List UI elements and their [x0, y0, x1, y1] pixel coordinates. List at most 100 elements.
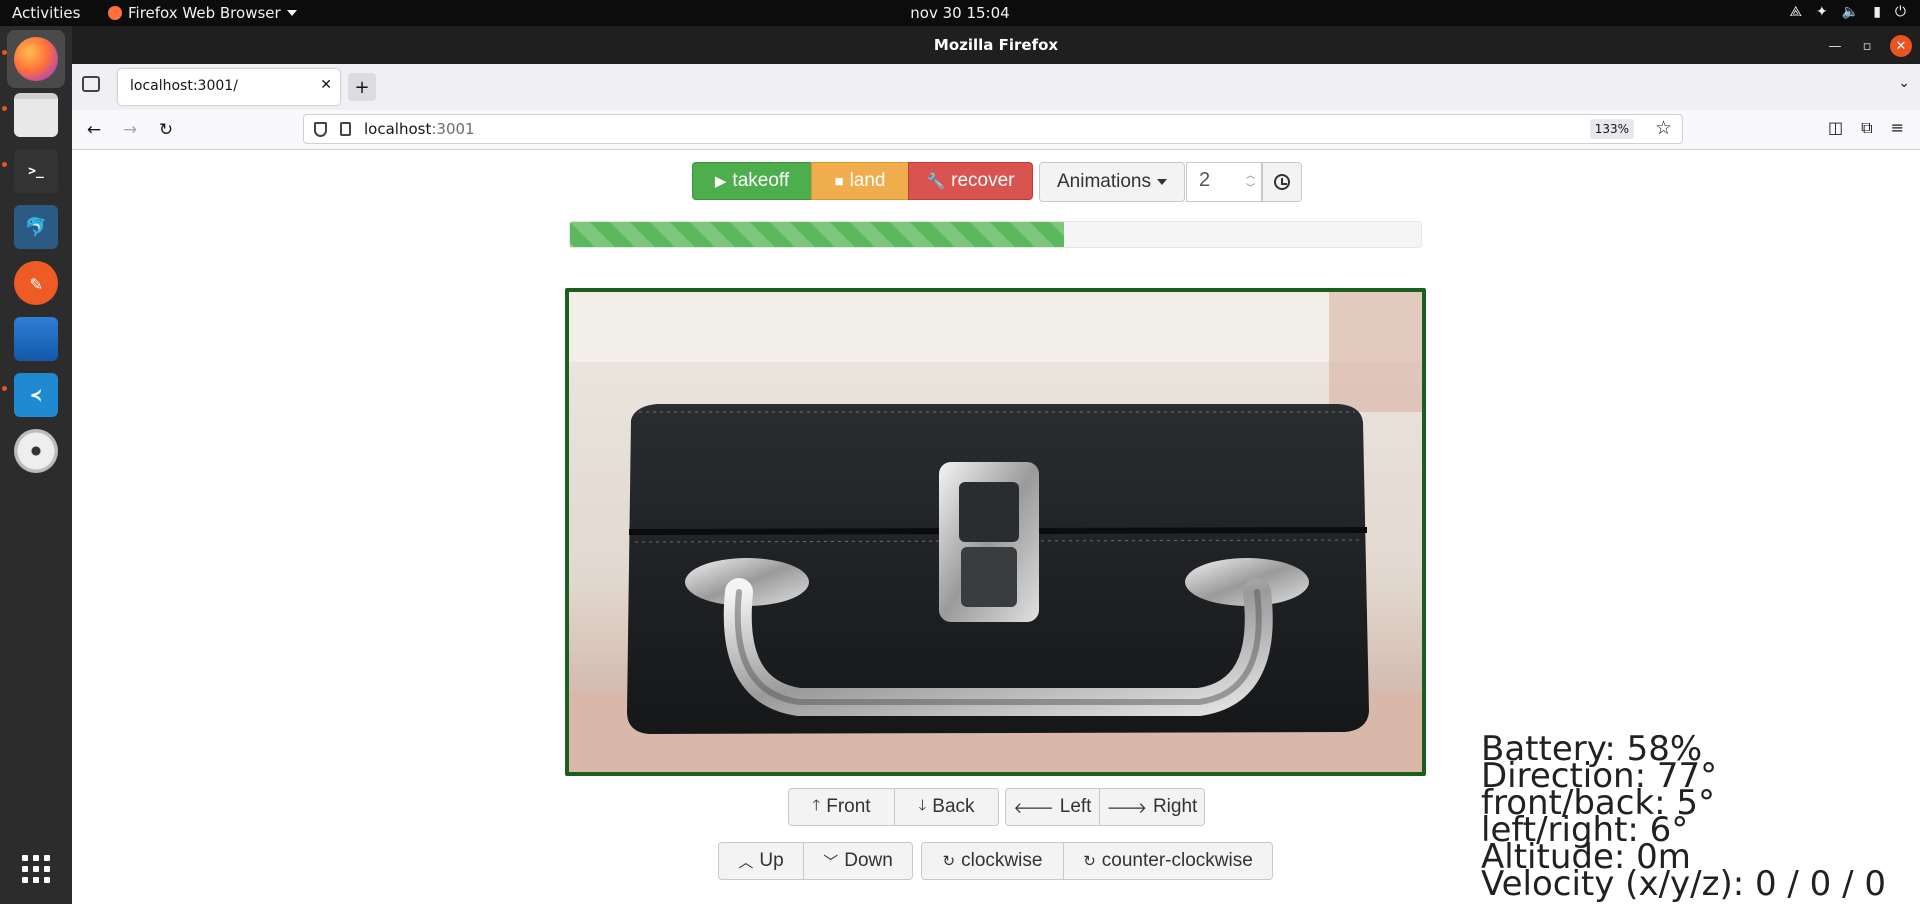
volume-icon: 🔈 — [1841, 4, 1860, 20]
animations-dropdown[interactable]: Animations — [1039, 162, 1185, 202]
bookmark-star-icon[interactable]: ☆ — [1655, 117, 1672, 139]
minimize-button[interactable]: — — [1824, 35, 1846, 57]
firefox-view-icon[interactable] — [82, 76, 100, 92]
up-button[interactable]: ︿ Up — [718, 842, 804, 880]
reload-button[interactable]: ↻ — [154, 118, 178, 142]
power-icon: ⏻ — [1894, 4, 1906, 20]
firefox-small-icon — [108, 6, 122, 20]
clockwise-label: clockwise — [961, 850, 1043, 871]
dock-terminal[interactable]: >_ — [7, 142, 65, 200]
disc-icon — [14, 429, 58, 473]
maximize-button[interactable]: ▫ — [1856, 35, 1878, 57]
tab-localhost[interactable]: localhost:3001/ ✕ — [118, 69, 340, 105]
vscode-icon: ≺ — [14, 373, 58, 417]
system-tray[interactable]: ⟁ ✦ 🔈 ▮ ⏻ — [1790, 4, 1906, 20]
new-tab-button[interactable]: + — [348, 73, 376, 101]
accessibility-icon: ✦ — [1816, 4, 1828, 20]
clock-icon — [1274, 174, 1290, 190]
app-menu[interactable]: Firefox Web Browser — [108, 4, 297, 22]
right-button[interactable]: 🡒 Right — [1099, 788, 1205, 826]
close-tab-icon[interactable]: ✕ — [320, 77, 332, 93]
dock-wireshark[interactable] — [7, 310, 65, 368]
extensions-icon[interactable]: ⧉ — [1861, 118, 1872, 138]
files-icon — [14, 93, 58, 137]
tab-strip: localhost:3001/ ✕ + ⌄ — [72, 64, 1920, 110]
counter-clockwise-button[interactable]: ↻ counter-clockwise — [1063, 842, 1273, 880]
postman-icon: ✎ — [14, 261, 58, 305]
pocket-icon[interactable]: ◫ — [1828, 118, 1843, 138]
arrow-up-icon: 🡑 — [812, 796, 821, 814]
clockwise-button[interactable]: ↻ clockwise — [921, 842, 1064, 880]
forward-nav-button[interactable]: → — [118, 118, 142, 142]
window-titlebar[interactable]: Mozilla Firefox — ▫ ✕ — [72, 26, 1920, 64]
dock-postman[interactable]: ✎ — [7, 254, 65, 312]
back-button[interactable]: 🡓 Back — [894, 788, 999, 826]
recover-button[interactable]: 🔧 recover — [908, 162, 1033, 200]
page-content: ▶ takeoff ■ land 🔧 recover Animations 2 … — [72, 150, 1920, 904]
terminal-icon: >_ — [14, 149, 58, 193]
dock-mysql-workbench[interactable]: 🐬 — [7, 198, 65, 256]
spinner-arrows[interactable]: ︿ ﹀ — [1246, 169, 1255, 195]
activities-button[interactable]: Activities — [12, 4, 80, 22]
land-button[interactable]: ■ land — [811, 162, 909, 200]
hamburger-menu-icon[interactable]: ≡ — [1891, 118, 1904, 138]
dock-files[interactable] — [7, 86, 65, 144]
refresh-icon: ↻ — [942, 853, 956, 870]
land-label: land — [849, 170, 886, 191]
chevron-down-icon: ﹀ — [823, 853, 839, 871]
firefox-window: Mozilla Firefox — ▫ ✕ localhost:3001/ ✕ … — [72, 26, 1920, 904]
chevron-up-icon: ︿ — [738, 853, 754, 871]
drone-video-feed — [565, 288, 1426, 776]
takeoff-label: takeoff — [732, 170, 790, 191]
refresh-icon: ↻ — [1083, 853, 1096, 870]
url-text[interactable]: localhost:3001 — [364, 120, 475, 138]
arrow-down-icon: 🡓 — [918, 796, 927, 814]
back-nav-button[interactable]: ← — [82, 118, 106, 142]
animation-number-input[interactable]: 2 ︿ ﹀ — [1186, 162, 1262, 202]
battery-progress-bar — [569, 221, 1422, 248]
arrow-left-icon: 🡐 — [1013, 799, 1054, 817]
down-button[interactable]: ﹀ Down — [803, 842, 913, 880]
navigation-toolbar: ← → ↻ localhost:3001 133% ☆ ◫ ⧉ ≡ — [72, 110, 1920, 150]
mysql-workbench-icon: 🐬 — [14, 205, 58, 249]
wrench-icon: 🔧 — [926, 173, 946, 190]
app-grid-icon — [22, 855, 50, 883]
takeoff-button[interactable]: ▶ takeoff — [692, 162, 812, 200]
list-all-tabs-button[interactable]: ⌄ — [1898, 75, 1910, 91]
clock[interactable]: nov 30 15:04 — [910, 4, 1009, 22]
ubuntu-dock: >_ 🐬 ✎ ≺ — [0, 26, 72, 904]
left-button[interactable]: 🡐 Left — [1005, 788, 1100, 826]
animations-label: Animations — [1057, 171, 1151, 192]
animation-number-value: 2 — [1199, 169, 1211, 191]
tracking-protection-icon[interactable] — [314, 122, 327, 137]
close-window-button[interactable]: ✕ — [1890, 35, 1912, 57]
wireshark-icon — [14, 317, 58, 361]
telemetry-panel: Battery: 58% Direction: 77° front/back: … — [1481, 732, 1886, 901]
progress-fill — [570, 222, 1064, 247]
stop-icon: ■ — [834, 172, 844, 190]
tab-label: localhost:3001/ — [130, 78, 238, 94]
window-title: Mozilla Firefox — [933, 36, 1059, 54]
recover-label: recover — [951, 170, 1015, 191]
back-label: Back — [932, 796, 975, 817]
front-button[interactable]: 🡑 Front — [788, 788, 895, 826]
play-icon: ▶ — [714, 173, 727, 190]
url-bar[interactable]: localhost:3001 133% ☆ — [303, 114, 1683, 144]
page-info-icon[interactable] — [340, 122, 351, 136]
network-icon: ⟁ — [1789, 4, 1803, 20]
dock-disc[interactable] — [7, 422, 65, 480]
arrow-right-icon: 🡒 — [1106, 799, 1147, 817]
app-menu-label: Firefox Web Browser — [128, 4, 281, 22]
zoom-indicator[interactable]: 133% — [1589, 119, 1634, 139]
front-label: Front — [826, 796, 871, 817]
caret-down-icon — [1157, 179, 1167, 185]
toolbar-right: ◫ ⧉ ≡ — [1828, 118, 1904, 138]
show-applications-button[interactable] — [7, 840, 65, 898]
down-label: Down — [844, 850, 893, 871]
url-host: localhost — [364, 120, 432, 138]
battery-icon: ▮ — [1873, 4, 1881, 20]
dock-firefox[interactable] — [7, 30, 65, 88]
url-port: :3001 — [431, 120, 475, 138]
timer-button[interactable] — [1262, 162, 1302, 202]
dock-vscode[interactable]: ≺ — [7, 366, 65, 424]
